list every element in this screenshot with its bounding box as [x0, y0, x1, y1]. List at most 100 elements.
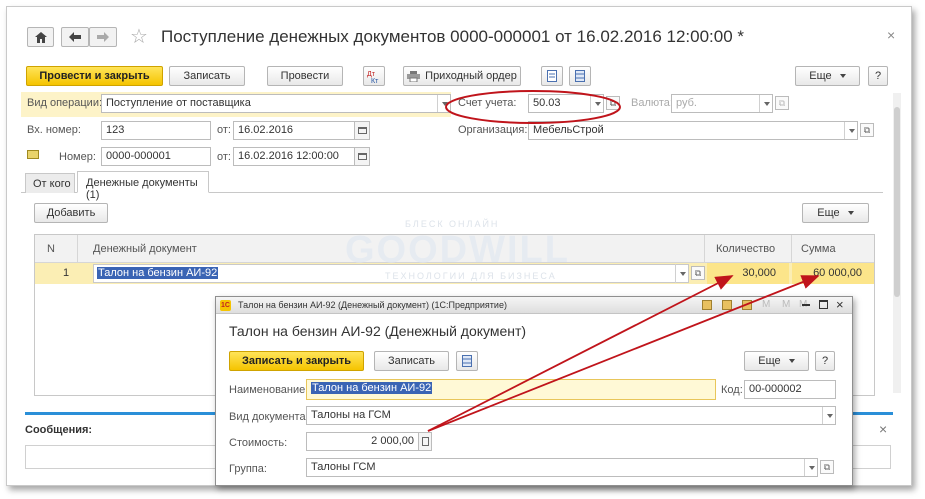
attention-icon: [27, 150, 39, 159]
currency-select[interactable]: руб.: [671, 94, 773, 113]
dialog-memory-icon[interactable]: M: [782, 299, 790, 310]
name-label: Наименование:: [229, 384, 309, 396]
name-input[interactable]: Талон на бензин АИ-92: [306, 379, 716, 400]
dialog-more-label: Еще: [758, 355, 781, 367]
post-button[interactable]: Провести: [267, 66, 343, 86]
account-select[interactable]: 50.03: [528, 94, 604, 113]
organization-value: МебельСтрой: [533, 124, 604, 136]
doctype-select[interactable]: Талоны на ГСМ: [306, 406, 836, 425]
group-value: Талоны ГСМ: [311, 461, 376, 473]
dt-kt-icon: ДтКт: [367, 71, 379, 83]
printer-icon: [407, 70, 421, 82]
chevron-down-icon: [848, 128, 855, 133]
forward-button[interactable]: [89, 27, 117, 47]
chevron-down-icon: [763, 101, 770, 106]
dt-kt-report-button[interactable]: Дт Кт: [363, 66, 385, 86]
dialog-tool-icon[interactable]: [702, 300, 712, 310]
open-link-icon[interactable]: ⧉: [820, 460, 834, 474]
main-window: ☆ Поступление денежных документов 0000-0…: [6, 6, 912, 486]
document-report-button[interactable]: [541, 66, 563, 86]
code-label: Код:: [721, 384, 743, 396]
chevron-down-icon: [839, 74, 846, 78]
table-more-button[interactable]: Еще: [802, 203, 869, 223]
row-quantity-value: 30,000: [742, 267, 776, 279]
row-number: 1: [63, 267, 70, 279]
table-report-button[interactable]: [569, 66, 591, 86]
dialog-table-report-button[interactable]: [456, 351, 478, 371]
dialog-memory-icon[interactable]: M: [762, 299, 770, 310]
account-label: Счет учета:: [458, 97, 517, 109]
number-input[interactable]: 0000-000001: [101, 147, 211, 166]
organization-label: Организация:: [458, 124, 528, 136]
tab-money-documents[interactable]: Денежные документы (1): [77, 171, 209, 201]
dialog-tool-icon[interactable]: [742, 300, 752, 310]
watermark-bottom-text: ТЕХНОЛОГИИ ДЛЯ БИЗНЕСА: [385, 271, 557, 281]
in-number-input[interactable]: 123: [101, 121, 211, 140]
code-input[interactable]: 00-000002: [744, 380, 836, 399]
home-icon: [34, 31, 47, 43]
operation-label: Вид операции:: [27, 97, 103, 109]
column-header-n[interactable]: N: [47, 243, 55, 255]
svg-text:Дт: Дт: [367, 71, 376, 78]
in-number-label: Вх. номер:: [27, 124, 81, 136]
dialog-save-button[interactable]: Записать: [374, 351, 449, 371]
chevron-down-icon: [679, 271, 686, 276]
incoming-order-label: Приходный ордер: [425, 70, 517, 82]
dialog-close-icon[interactable]: ×: [836, 297, 844, 312]
close-window-icon[interactable]: ×: [887, 27, 895, 43]
home-button[interactable]: [27, 27, 54, 47]
chevron-down-icon: [826, 413, 833, 418]
app-logo-icon: 1С: [220, 300, 231, 311]
chevron-down-icon: [594, 101, 601, 106]
open-link-icon[interactable]: ⧉: [860, 123, 874, 137]
column-header-sum[interactable]: Сумма: [801, 243, 836, 255]
more-menu-button[interactable]: Еще: [795, 66, 860, 86]
open-link-icon[interactable]: ⧉: [606, 96, 620, 110]
row-document-value: Талон на бензин АИ-92: [97, 267, 219, 279]
currency-label: Валюта:: [631, 97, 673, 109]
dialog-minimize-icon[interactable]: [802, 304, 810, 306]
dialog-tool-icon[interactable]: [722, 300, 732, 310]
open-link-icon[interactable]: ⧉: [775, 96, 789, 110]
incoming-order-button[interactable]: Приходный ордер: [403, 66, 521, 86]
group-select[interactable]: Талоны ГСМ: [306, 458, 818, 477]
in-date-from-label: от:: [217, 124, 231, 136]
in-date-input[interactable]: 16.02.2016: [233, 121, 355, 140]
dialog-title: Талон на бензин АИ-92 (Денежный документ…: [229, 323, 527, 339]
svg-text:Кт: Кт: [371, 78, 379, 83]
dialog-more-button[interactable]: Еще: [744, 351, 809, 371]
back-button[interactable]: [61, 27, 89, 47]
add-button[interactable]: Добавить: [34, 203, 108, 223]
chevron-down-icon: [847, 211, 854, 215]
dialog-help-button[interactable]: ?: [815, 351, 835, 371]
column-header-quantity[interactable]: Количество: [716, 243, 775, 255]
dialog-titlebar: 1С Талон на бензин АИ-92 (Денежный докум…: [216, 297, 852, 314]
messages-close-icon[interactable]: ×: [879, 421, 887, 437]
more-label: Еще: [809, 70, 832, 82]
messages-label: Сообщения:: [25, 424, 93, 436]
calendar-icon[interactable]: [354, 121, 370, 140]
tab-from-whom[interactable]: От кого: [25, 173, 75, 193]
arrow-left-icon: [69, 32, 81, 42]
organization-select[interactable]: МебельСтрой: [528, 121, 858, 140]
cost-value: 2 000,00: [371, 435, 414, 447]
save-button[interactable]: Записать: [169, 66, 245, 86]
post-and-close-button[interactable]: Провести и закрыть: [26, 66, 163, 86]
dialog-maximize-icon[interactable]: [819, 300, 828, 309]
help-button[interactable]: ?: [868, 66, 888, 86]
save-and-close-button[interactable]: Записать и закрыть: [229, 351, 364, 371]
open-link-icon[interactable]: ⧉: [691, 266, 705, 280]
date-input[interactable]: 16.02.2016 12:00:00: [233, 147, 355, 166]
operation-select[interactable]: Поступление от поставщика: [101, 94, 451, 113]
cost-label: Стоимость:: [229, 437, 288, 449]
cost-input[interactable]: 2 000,00: [306, 432, 419, 451]
date-from-label: от:: [217, 151, 231, 163]
favorite-star-icon[interactable]: ☆: [130, 24, 148, 49]
scrollbar-thumb[interactable]: [894, 107, 900, 297]
group-label: Группа:: [229, 463, 267, 475]
column-header-document[interactable]: Денежный документ: [93, 243, 197, 255]
chevron-down-icon: [808, 465, 815, 470]
calendar-icon[interactable]: [354, 147, 370, 166]
calculator-icon[interactable]: [418, 432, 432, 451]
name-value: Талон на бензин АИ-92: [311, 382, 433, 394]
